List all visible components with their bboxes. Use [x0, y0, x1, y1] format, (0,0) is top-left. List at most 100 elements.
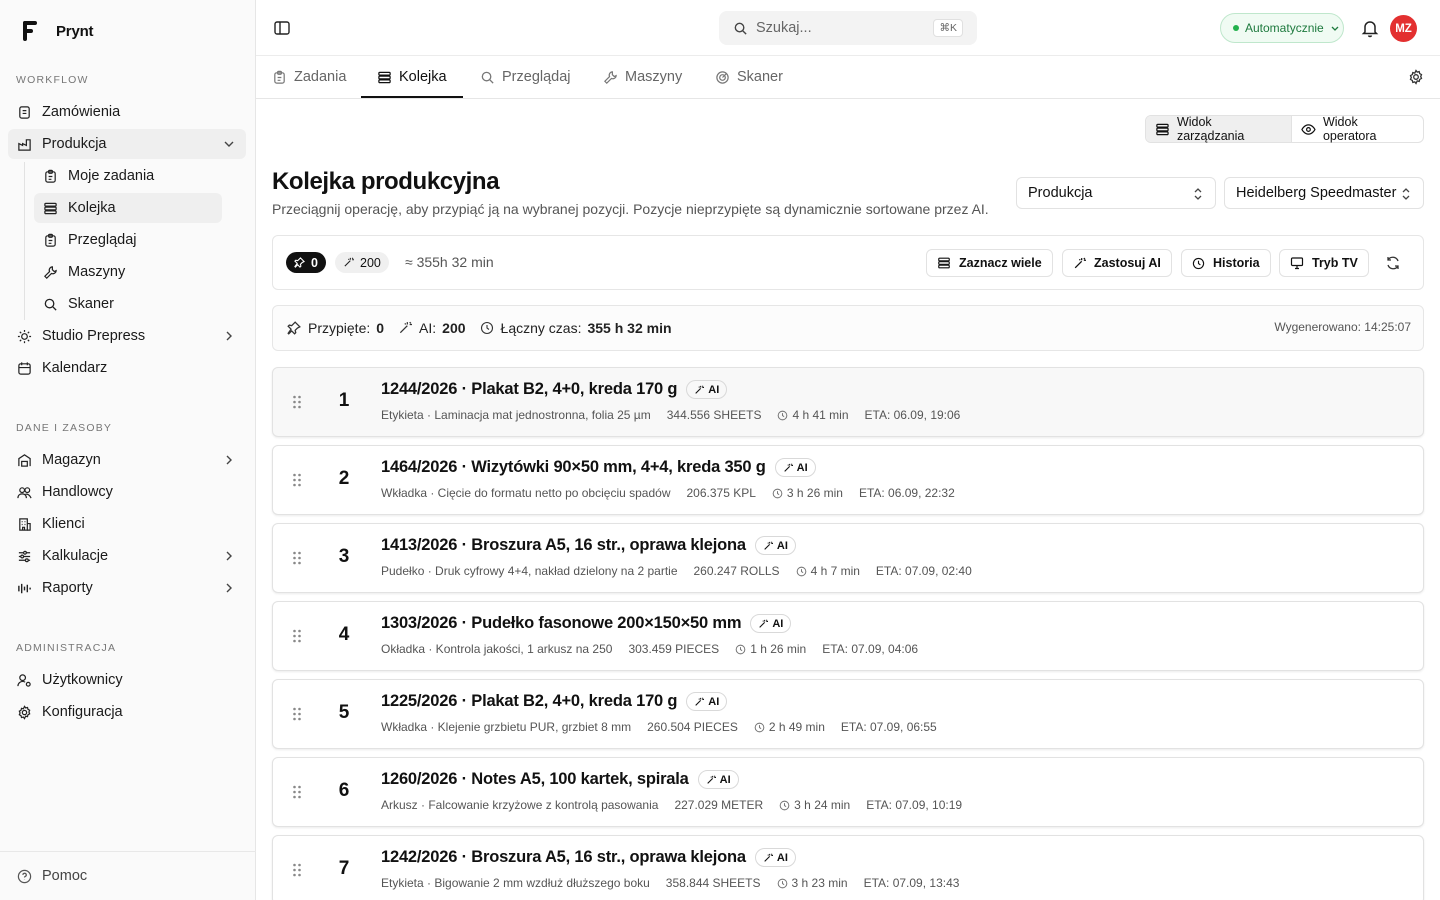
- ai-badge-label: AI: [776, 539, 788, 552]
- sidebar-item-machines[interactable]: Maszyny: [34, 257, 222, 287]
- operation-description: Wkładka · Cięcie do formatu netto po obc…: [381, 486, 671, 500]
- sidebar-item-users[interactable]: Użytkownicy: [8, 665, 246, 695]
- sidebar-item-my-tasks[interactable]: Moje zadania: [34, 161, 222, 191]
- row-title-group: 1260/2026 · Notes A5, 100 kartek, spiral…: [381, 770, 739, 789]
- pinned-count-chip[interactable]: 0: [286, 252, 326, 273]
- drag-handle-icon[interactable]: [292, 551, 302, 565]
- queue-row[interactable]: 1 1244/2026 · Plakat B2, 4+0, kreda 170 …: [272, 367, 1424, 437]
- ai-count-chip[interactable]: 200: [335, 252, 389, 273]
- tv-mode-button[interactable]: Tryb TV: [1279, 249, 1369, 277]
- sidebar-item-queue[interactable]: Kolejka: [34, 193, 222, 223]
- drag-handle-icon[interactable]: [292, 473, 302, 487]
- sidebar-item-label: Konfiguracja: [42, 704, 123, 720]
- row-title-group: 1413/2026 · Broszura A5, 16 str., oprawa…: [381, 536, 796, 555]
- sidebar-item-help[interactable]: Pomoc: [8, 861, 246, 891]
- sidebar-item-label: Handlowcy: [42, 484, 113, 500]
- job-title: 1242/2026 · Broszura A5, 16 str., oprawa…: [381, 848, 746, 866]
- drag-handle-icon[interactable]: [292, 395, 302, 409]
- row-title-group: 1225/2026 · Plakat B2, 4+0, kreda 170 g …: [381, 692, 728, 711]
- queue-row[interactable]: 3 1413/2026 · Broszura A5, 16 str., opra…: [272, 523, 1424, 593]
- pinned-value: 0: [376, 320, 385, 336]
- warehouse-icon: [17, 453, 32, 468]
- sidebar-item-label: Pomoc: [42, 868, 88, 884]
- queue-icon: [378, 71, 391, 83]
- queue-row[interactable]: 4 1303/2026 · Pudełko fasonowe 200×150×5…: [272, 601, 1424, 671]
- brand[interactable]: Prynt: [22, 20, 94, 42]
- search-shortcut: ⌘K: [933, 19, 963, 37]
- queue-position: 7: [338, 858, 350, 879]
- job-title: 1303/2026 · Pudełko fasonowe 200×150×50 …: [381, 614, 742, 632]
- sidebar-item-clients[interactable]: Klienci: [8, 509, 246, 539]
- updown-icon: [1402, 188, 1410, 200]
- row-meta: Etykieta · Bigowanie 2 mm wzdłuż dłuższe…: [381, 876, 959, 890]
- drag-handle-icon[interactable]: [292, 629, 302, 643]
- avatar[interactable]: MZ: [1390, 15, 1417, 42]
- queue-position: 5: [338, 702, 350, 723]
- wand-icon: [764, 852, 773, 862]
- sidebar-item-calendar[interactable]: Kalendarz: [8, 353, 246, 383]
- clock-icon: [796, 566, 806, 576]
- ai-badge: AI: [754, 536, 796, 555]
- tv-mode-label: Tryb TV: [1312, 256, 1358, 270]
- sidebar-item-reports[interactable]: Raporty: [8, 573, 246, 603]
- queue-row[interactable]: 6 1260/2026 · Notes A5, 100 kartek, spir…: [272, 757, 1424, 827]
- gear-icon[interactable]: [1408, 69, 1424, 85]
- chevron-down-icon: [1331, 26, 1339, 31]
- sidebar-item-calculations[interactable]: Kalkulacje: [8, 541, 246, 571]
- sidebar-item-browse[interactable]: Przeglądaj: [34, 225, 222, 255]
- sidebar-item-label: Produkcja: [42, 136, 107, 152]
- sidebar-item-sales-reps[interactable]: Handlowcy: [8, 477, 246, 507]
- sidebar-item-warehouse[interactable]: Magazyn: [8, 445, 246, 475]
- select-many-button[interactable]: Zaznacz wiele: [926, 249, 1053, 277]
- tab-queue[interactable]: Kolejka: [377, 56, 447, 98]
- ai-badge-label: AI: [796, 461, 808, 474]
- operator-view-label: Widok operatora: [1322, 115, 1377, 143]
- sidebar-item-scanner[interactable]: Skaner: [34, 289, 222, 319]
- refresh-icon[interactable]: [1385, 255, 1401, 271]
- mode-dropdown[interactable]: Automatycznie: [1220, 13, 1344, 43]
- sidebar-item-label: Przeglądaj: [68, 232, 137, 248]
- wand-icon: [764, 540, 773, 550]
- tab-scanner[interactable]: Skaner: [715, 56, 783, 98]
- chevron-right-icon: [226, 583, 232, 593]
- machine-select[interactable]: Heidelberg Speedmaster: [1224, 177, 1424, 209]
- clock-icon: [778, 410, 788, 420]
- apply-ai-label: Zastosuj AI: [1094, 256, 1161, 270]
- drag-handle-icon[interactable]: [292, 785, 302, 799]
- brand-name: Prynt: [56, 22, 94, 40]
- queue-row[interactable]: 2 1464/2026 · Wizytówki 90×50 mm, 4+4, k…: [272, 445, 1424, 515]
- wand-icon: [759, 618, 769, 628]
- bell-icon[interactable]: [1360, 18, 1380, 38]
- sidebar-item-configuration[interactable]: Konfiguracja: [8, 697, 246, 727]
- sidebar-item-orders[interactable]: Zamówienia: [8, 97, 246, 127]
- quantity: 303.459 PIECES: [628, 642, 720, 656]
- section-label-admin: ADMINISTRACJA: [16, 642, 117, 654]
- management-view-button[interactable]: Widok zarządzania: [1146, 115, 1293, 143]
- chevron-right-icon: [226, 331, 232, 341]
- sidebar-item-studio-prepress[interactable]: Studio Prepress: [8, 321, 246, 351]
- queue-row[interactable]: 7 1242/2026 · Broszura A5, 16 str., opra…: [272, 835, 1424, 900]
- sidebar-toggle-icon[interactable]: [273, 19, 291, 37]
- sidebar-item-production[interactable]: Produkcja: [8, 129, 246, 159]
- history-button[interactable]: Historia: [1181, 249, 1271, 277]
- drag-handle-icon[interactable]: [292, 863, 302, 877]
- queue-row[interactable]: 5 1225/2026 · Plakat B2, 4+0, kreda 170 …: [272, 679, 1424, 749]
- queue-icon: [43, 201, 58, 216]
- tab-tasks[interactable]: Zadania: [272, 56, 346, 98]
- calendar-icon: [17, 361, 32, 376]
- sidebar-item-label: Kalkulacje: [42, 548, 109, 564]
- tab-label: Maszyny: [625, 69, 683, 85]
- search-input[interactable]: Szukaj... ⌘K: [719, 11, 977, 45]
- duration: 1 h 26 min: [750, 642, 807, 656]
- tab-browse[interactable]: Przeglądaj: [480, 56, 571, 98]
- department-select[interactable]: Produkcja: [1016, 177, 1216, 209]
- submenu-rail: [24, 162, 25, 320]
- tab-label: Zadania: [294, 69, 347, 85]
- operator-view-button[interactable]: Widok operatora: [1292, 115, 1423, 143]
- tab-machines[interactable]: Maszyny: [603, 56, 682, 98]
- search-placeholder: Szukaj...: [756, 20, 812, 36]
- apply-ai-button[interactable]: Zastosuj AI: [1062, 249, 1172, 277]
- gear-icon: [17, 704, 32, 720]
- prepress-icon: [17, 329, 32, 344]
- drag-handle-icon[interactable]: [292, 707, 302, 721]
